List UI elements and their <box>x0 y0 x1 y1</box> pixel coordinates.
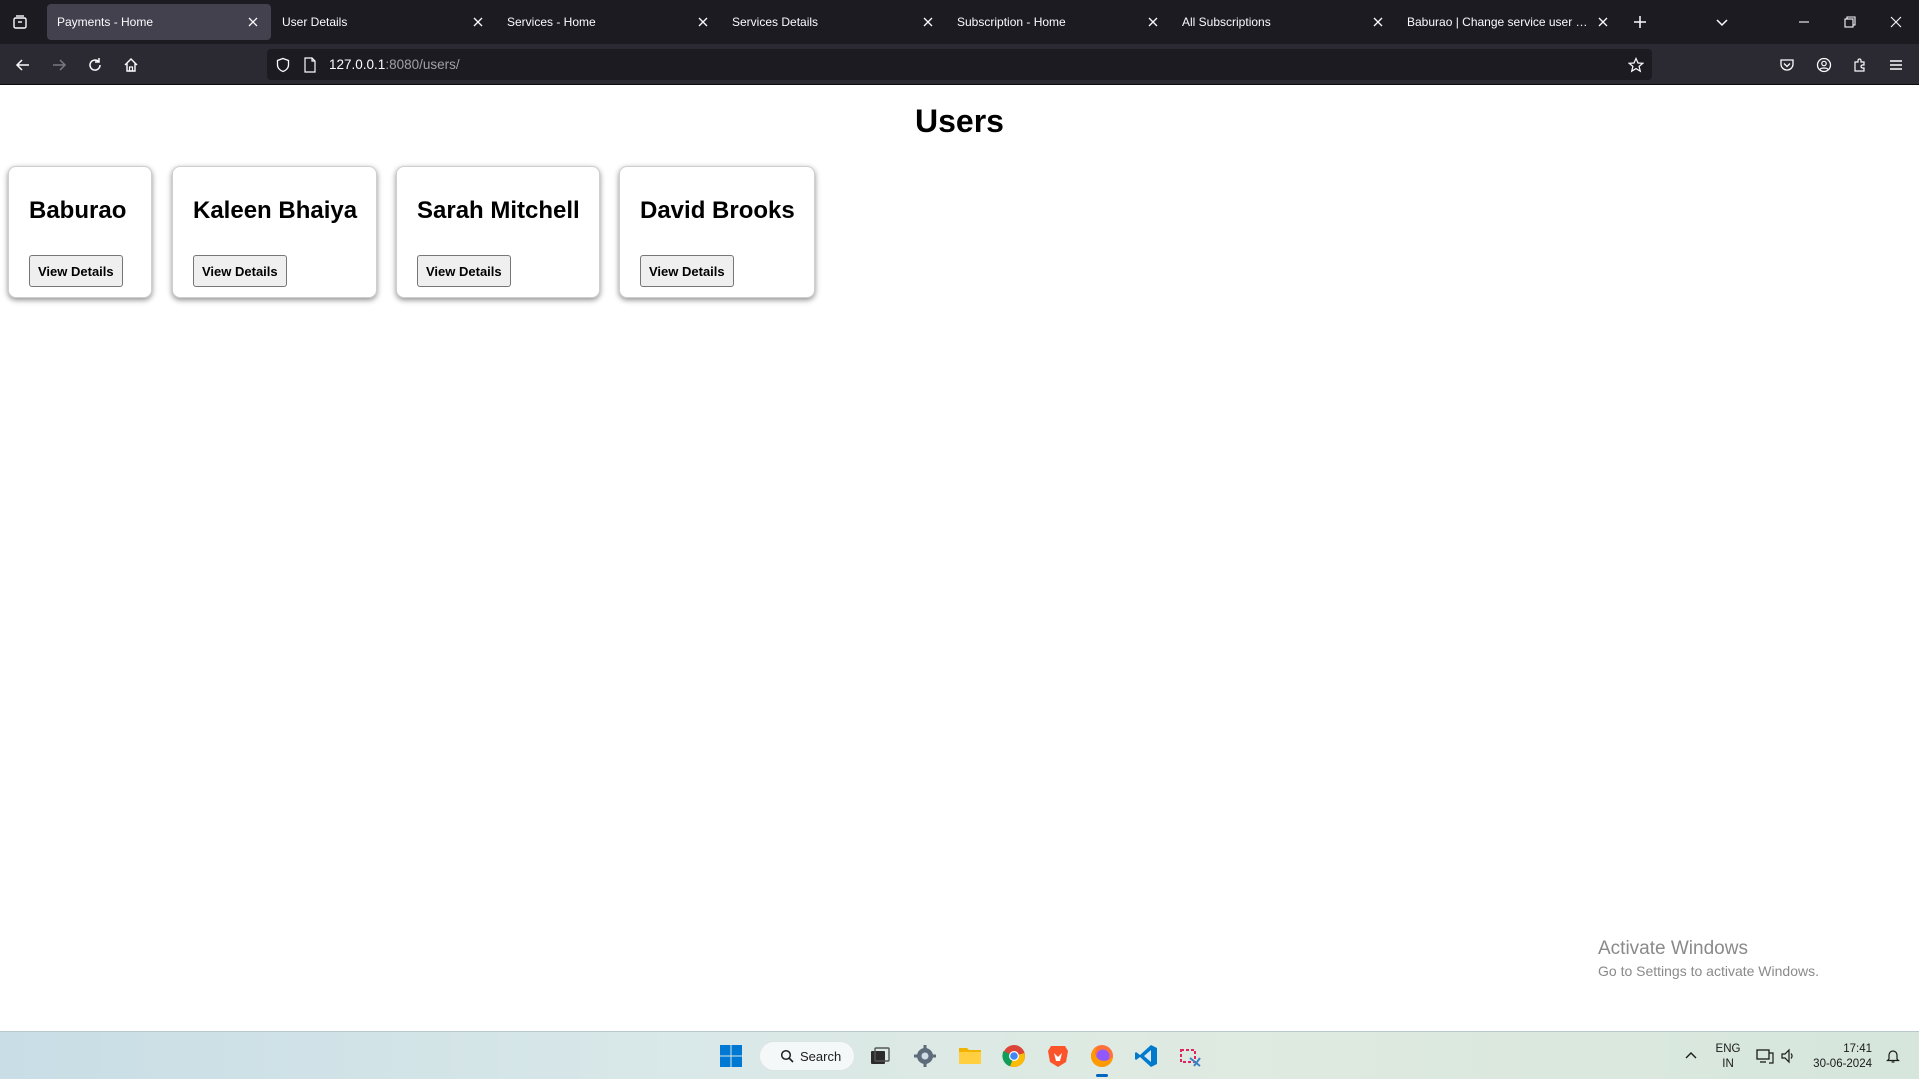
restore-icon[interactable] <box>1827 0 1873 44</box>
notification-bell-icon[interactable] <box>1878 1041 1908 1071</box>
user-name: Kaleen Bhaiya <box>193 197 358 224</box>
view-details-button[interactable]: View Details <box>640 255 734 287</box>
shield-icon[interactable] <box>274 56 292 74</box>
view-details-button[interactable]: View Details <box>417 255 511 287</box>
back-arrow-icon[interactable] <box>10 52 36 78</box>
extensions-puzzle-icon[interactable] <box>1847 52 1873 78</box>
url-host: 127.0.0.1 <box>329 57 386 72</box>
view-details-button[interactable]: View Details <box>29 255 123 287</box>
url-path: :8080/users/ <box>385 57 460 72</box>
close-icon[interactable] <box>920 14 936 30</box>
tab-django-admin[interactable]: Baburao | Change service user | Django s… <box>1397 4 1621 40</box>
page-content: Users Baburao View Details Kaleen Bhaiya… <box>0 85 1919 1031</box>
brave-lion-icon[interactable] <box>1043 1041 1073 1071</box>
clock-date: 30-06-2024 <box>1813 1058 1872 1070</box>
close-icon[interactable] <box>1145 14 1161 30</box>
bookmark-star-icon[interactable] <box>1627 56 1645 74</box>
close-icon[interactable] <box>470 14 486 30</box>
home-icon[interactable] <box>118 52 144 78</box>
tab-title: Subscription - Home <box>957 15 1066 29</box>
volume-speaker-icon[interactable] <box>1773 1041 1803 1071</box>
navigation-toolbar: 127.0.0.1:8080/users/ <box>0 44 1919 85</box>
tab-services-details[interactable]: Services Details <box>722 4 946 40</box>
address-bar[interactable]: 127.0.0.1:8080/users/ <box>267 49 1652 80</box>
hamburger-menu-icon[interactable] <box>1883 52 1909 78</box>
search-label: Search <box>800 1048 842 1064</box>
tab-title: Baburao | Change service user | Django s… <box>1407 15 1595 29</box>
language-code: ENG <box>1715 1043 1741 1055</box>
search-icon <box>780 1049 794 1063</box>
close-icon[interactable] <box>695 14 711 30</box>
file-explorer-folder-icon[interactable] <box>955 1041 985 1071</box>
tab-user-details[interactable]: User Details <box>272 4 496 40</box>
pocket-icon[interactable] <box>1774 52 1800 78</box>
tab-payments-home[interactable]: Payments - Home <box>47 4 271 40</box>
settings-gear-icon[interactable] <box>910 1041 940 1071</box>
close-icon[interactable] <box>1370 14 1386 30</box>
tab-subscription-home[interactable]: Subscription - Home <box>947 4 1171 40</box>
tab-strip: Payments - Home User Details Services - … <box>0 0 1919 44</box>
user-card: Kaleen Bhaiya View Details <box>172 166 377 298</box>
clock[interactable]: 17:41 30-06-2024 <box>1810 1042 1872 1072</box>
vscode-icon[interactable] <box>1131 1041 1161 1071</box>
watermark-subtitle: Go to Settings to activate Windows. <box>1598 963 1819 979</box>
tab-title: User Details <box>282 15 348 29</box>
taskbar: Search ENG IN 17:41 30-06-2024 <box>0 1031 1919 1079</box>
account-icon[interactable] <box>1811 52 1837 78</box>
snipping-tool-icon[interactable] <box>1175 1041 1205 1071</box>
tab-title: Services - Home <box>507 15 596 29</box>
firefox-icon[interactable] <box>1087 1041 1117 1071</box>
chrome-browser-icon[interactable] <box>999 1041 1029 1071</box>
tab-title: Payments - Home <box>57 15 154 29</box>
minimize-icon[interactable] <box>1781 0 1827 44</box>
tab-services-home[interactable]: Services - Home <box>497 4 721 40</box>
chevron-down-icon[interactable] <box>1710 10 1734 34</box>
url-text: 127.0.0.1:8080/users/ <box>329 57 460 72</box>
forward-arrow-icon[interactable] <box>46 52 72 78</box>
view-details-button[interactable]: View Details <box>193 255 287 287</box>
user-name: David Brooks <box>640 197 795 224</box>
new-tab-plus-icon[interactable] <box>1628 10 1652 34</box>
tab-list-icon[interactable] <box>8 10 32 34</box>
close-icon[interactable] <box>245 14 261 30</box>
page-title: Users <box>915 103 1004 139</box>
activate-windows-watermark: Activate Windows Go to Settings to activ… <box>1598 938 1819 979</box>
close-window-icon[interactable] <box>1873 0 1919 44</box>
user-name: Baburao <box>29 197 127 224</box>
active-app-indicator <box>1096 1074 1108 1077</box>
tray-chevron-up-icon[interactable] <box>1676 1041 1706 1071</box>
user-name: Sarah Mitchell <box>417 197 580 224</box>
close-icon[interactable] <box>1595 14 1611 30</box>
keyboard-region: IN <box>1722 1058 1734 1070</box>
tab-all-subscriptions[interactable]: All Subscriptions <box>1172 4 1396 40</box>
tab-title: Services Details <box>732 15 819 29</box>
page-info-icon[interactable] <box>301 56 319 74</box>
task-view-icon[interactable] <box>865 1041 895 1071</box>
user-card: Baburao View Details <box>8 166 152 298</box>
language-indicator[interactable]: ENG IN <box>1715 1042 1741 1072</box>
watermark-title: Activate Windows <box>1598 938 1748 959</box>
clock-time: 17:41 <box>1843 1043 1872 1055</box>
tab-title: All Subscriptions <box>1182 15 1271 29</box>
user-card: Sarah Mitchell View Details <box>396 166 600 298</box>
windows-start-icon[interactable] <box>716 1041 746 1071</box>
taskbar-search[interactable]: Search <box>759 1041 855 1071</box>
user-card: David Brooks View Details <box>619 166 815 298</box>
reload-icon[interactable] <box>82 52 108 78</box>
